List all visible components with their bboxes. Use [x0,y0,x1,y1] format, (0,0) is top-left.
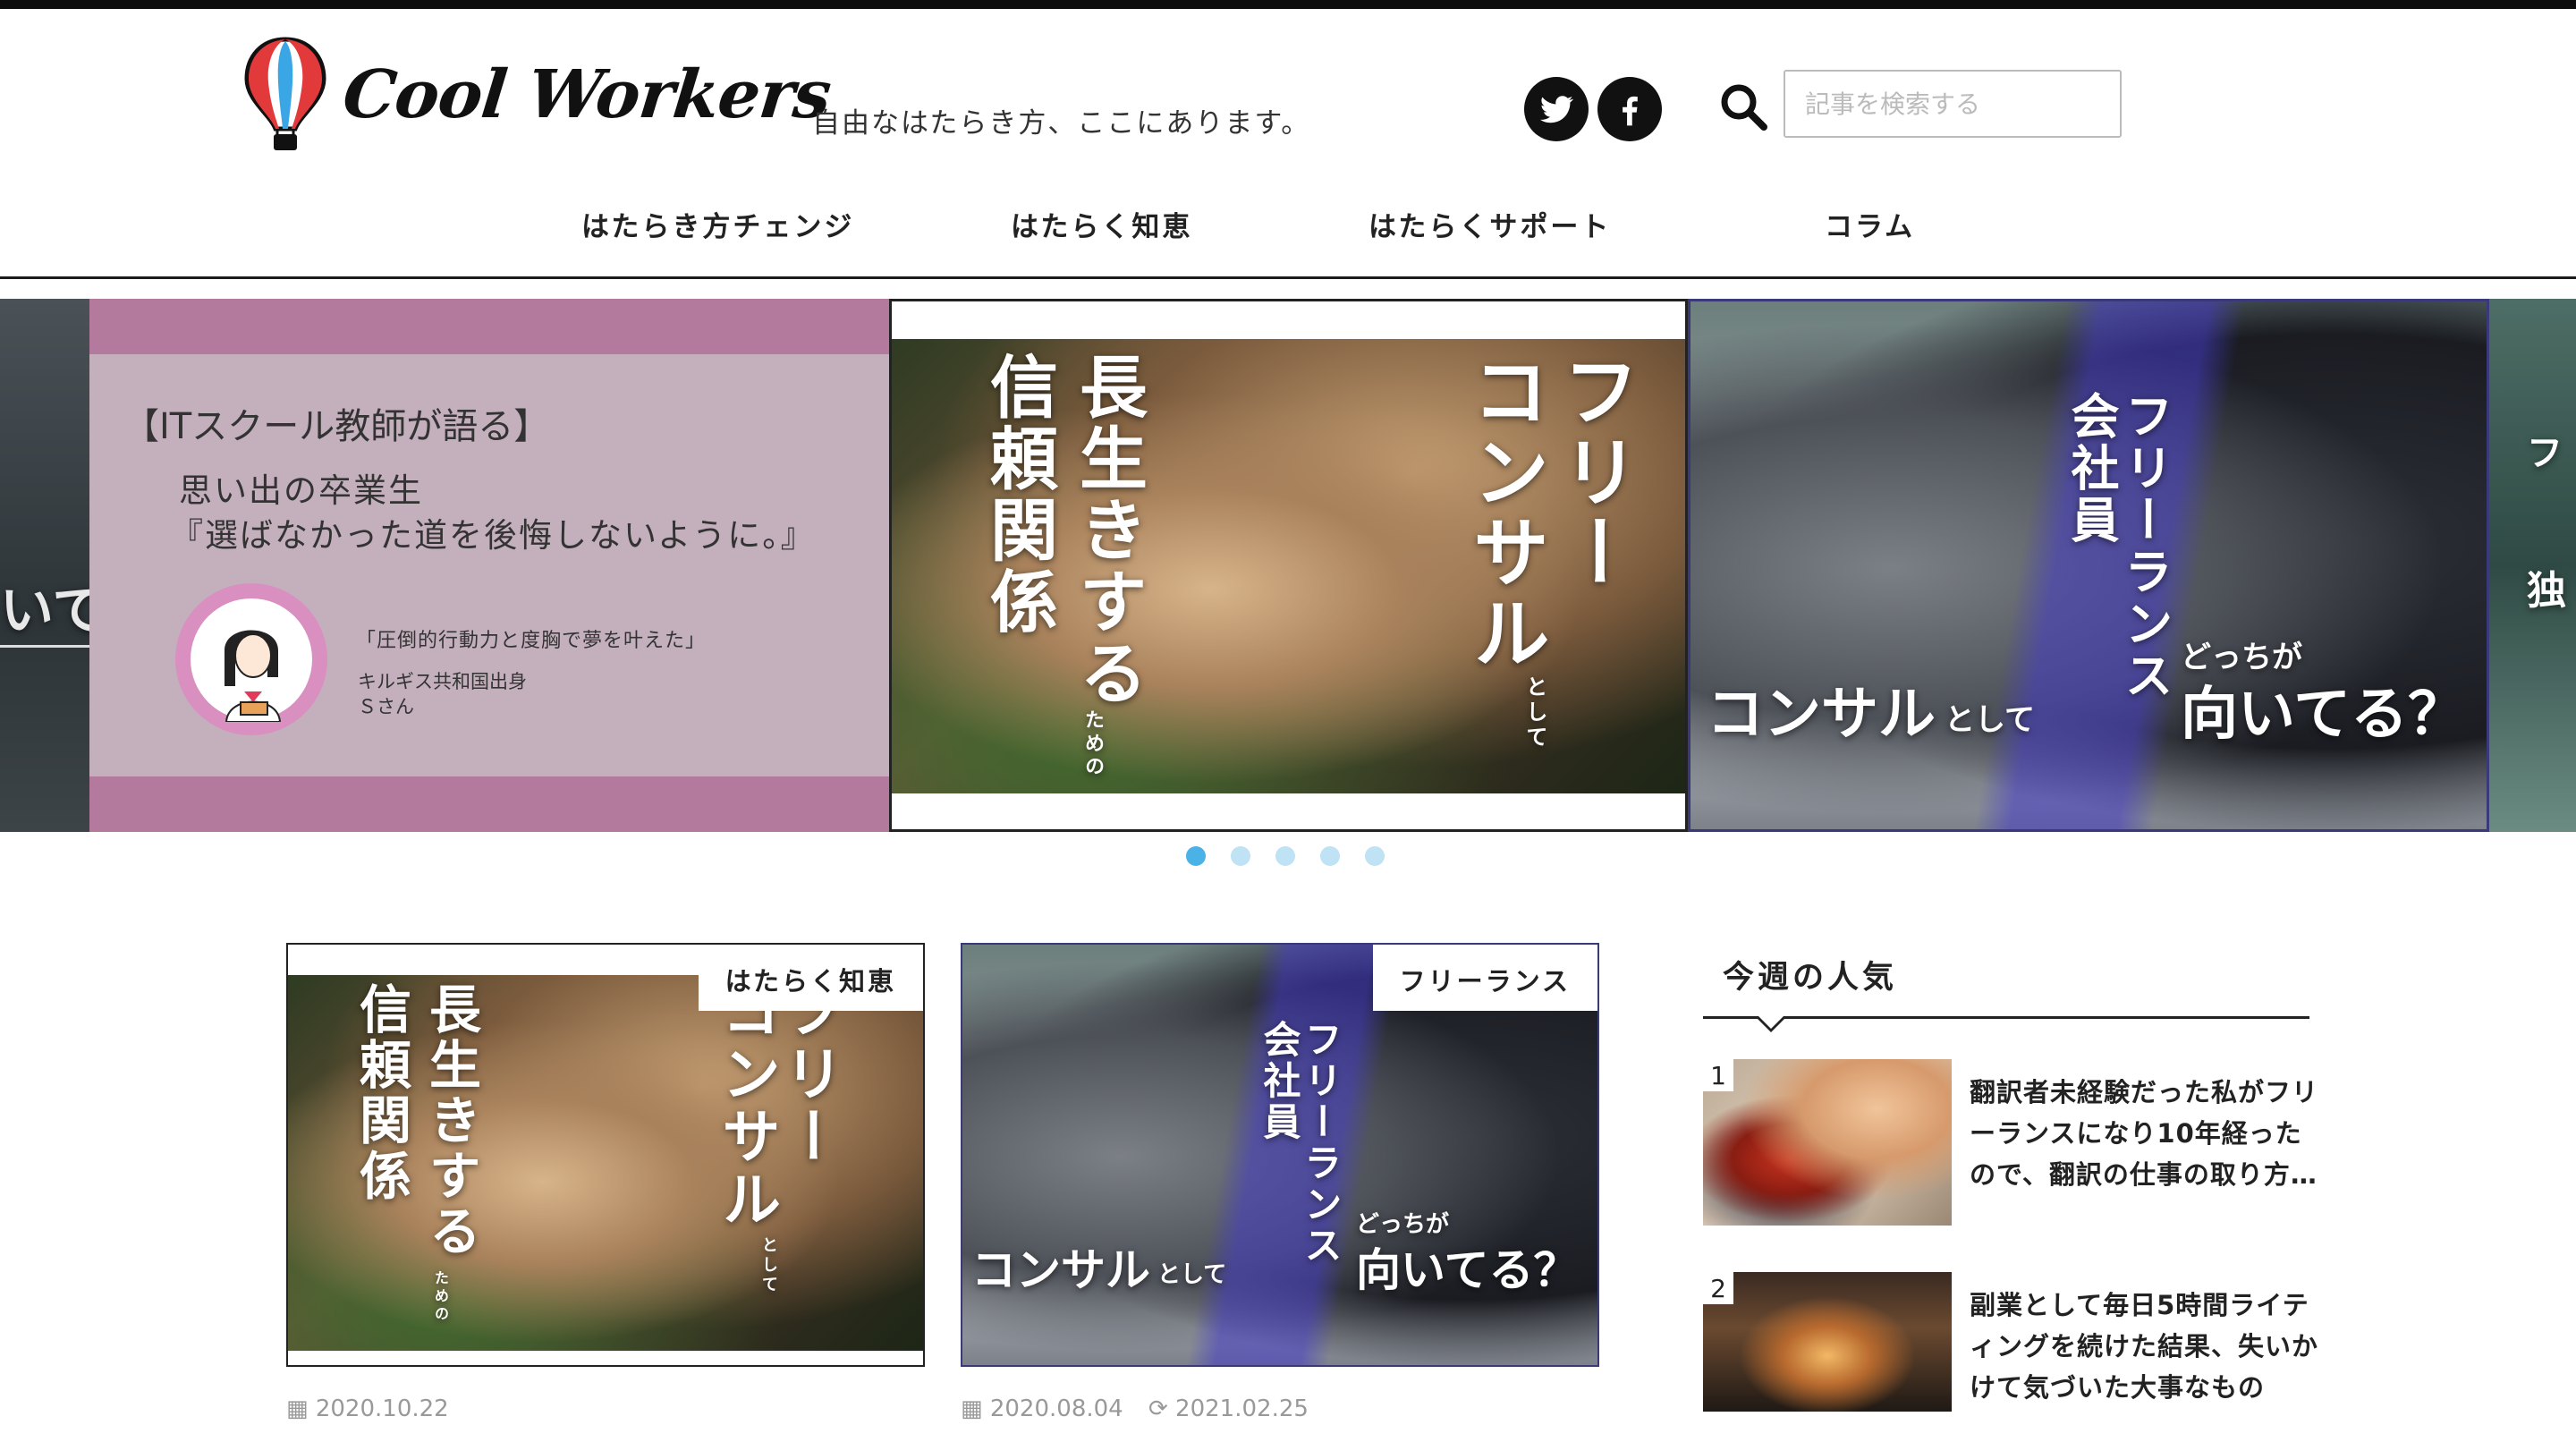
article-card-2-v2: 会社員 [1258,1020,1301,1143]
slide-partial-right-mid: 独 [2527,568,2566,614]
slide-freelance-v2: 会社員 [2063,391,2119,547]
slide-school-origin: キルギス共和国出身 [358,671,527,692]
article-card-1-photo: フリー コンサル として 長生きする ための 信頼関係 [288,975,923,1351]
sidebar-title-rule [1703,1016,2309,1019]
slide-partial-right[interactable]: フ 独 [2489,299,2576,832]
nav-item-work-change[interactable]: はたらき方チェンジ [581,204,854,244]
article-card-2-h1-small: として [1157,1261,1227,1288]
calendar-icon: ▦ [286,1395,309,1422]
slide-consul-v2: コンサル [1459,352,1548,674]
article-card-2-category[interactable]: フリーランス [1372,945,1597,1011]
slide-it-school[interactable]: 【ITスクール教師が語る】 思い出の卒業生 『選ばなかった道を後悔しないように。… [89,299,889,832]
slide-school-quote: 「圧倒的行動力と度胸で夢を叶えた」 [356,630,707,652]
article-card-2[interactable]: フリーランス 会社員 コンサル として どっちが 向いてる？ フリーランス [961,943,1599,1367]
slide-school-line2: 『選ばなかった道を後悔しないように。』 [170,516,816,555]
article-card-2-h2: 向いてる？ [1356,1244,1579,1296]
facebook-link[interactable] [1597,77,1662,141]
slide-partial-right-top: フ [2527,433,2563,474]
slider-dot-5[interactable] [1365,846,1385,866]
logo-text: Cool Workers [339,56,835,133]
slide-consul-v2-small: として [1522,675,1547,751]
slide-freelance-h2: 向いてる？ [2181,682,2466,748]
article-card-1-v2-small: として [759,1236,778,1295]
main-nav: はたらき方チェンジ はたらく知恵 はたらくサポート コラム [0,204,2576,249]
article-card-2-h1: コンサル [971,1244,1150,1296]
ranking-item-1-thumb [1703,1059,1952,1226]
article-card-2-date-text: 2020.08.04 [989,1395,1123,1422]
slide-band-bottom [89,776,889,832]
sidebar-title: 今週の人気 [1723,960,1898,996]
article-card-1-v3-small: ための [432,1270,449,1324]
article-card-1-category[interactable]: はたらく知恵 [698,945,923,1011]
top-bar [0,0,2576,9]
sidebar-title-notch-inner [1758,1016,1784,1029]
slide-consul-v3-small: ための [1081,709,1104,779]
ranking-item-1-number: 1 [1703,1059,1733,1091]
twitter-icon [1539,96,1574,123]
slide-school-line1: 思い出の卒業生 [179,471,423,510]
slide-school-title: 【ITスクール教師が語る】 [123,406,550,447]
slide-consul[interactable]: フリー コンサル として 長生きする ための 信頼関係 [889,299,1688,832]
slider-dot-3[interactable] [1275,846,1295,866]
nav-item-work-wisdom[interactable]: はたらく知恵 [1011,204,1192,244]
slide-partial-left-text: いて [0,567,89,648]
slide-consul-v4: 信頼関係 [979,352,1058,638]
nav-divider [0,276,2576,279]
facebook-icon [1623,96,1638,126]
hero-slider: いて 【ITスクール教師が語る】 思い出の卒業生 『選ばなかった道を後悔しないよ… [0,299,2576,832]
article-card-1-v2: コンサル [712,980,781,1231]
slide-consul-v3: 長生きする [1068,352,1148,709]
site-tagline: 自由なはたらき方、ここにあります。 [812,107,1311,140]
article-card-1-v3: 長生きする [420,982,481,1260]
slider-dot-1[interactable] [1186,846,1206,866]
ranking-item-2[interactable]: 2 副業として毎日5時間ライティングを続けた結果、失いかけて気づいた大事なもの [1703,1272,2329,1442]
nav-item-work-support[interactable]: はたらくサポート [1368,204,1611,244]
ranking-item-1-title[interactable]: 翻訳者未経験だった私がフリーランスになり10年経ったので、翻訳の仕事の取り方… [1970,1072,2327,1195]
slider-dot-2[interactable] [1231,846,1250,866]
article-card-1-v4: 信頼関係 [351,982,411,1204]
slide-partial-left[interactable]: いて [0,299,89,832]
twitter-link[interactable] [1524,77,1589,141]
site-logo[interactable]: Cool Workers [243,36,834,154]
slide-freelance[interactable]: フリーランス 会社員 コンサル として どっちが 向いてる？ [1688,299,2489,832]
slide-panel [89,299,889,832]
article-card-1-date-text: 2020.10.22 [315,1395,449,1422]
article-card-1-date: ▦ 2020.10.22 [286,1395,449,1422]
ranking-item-2-number: 2 [1703,1272,1733,1304]
slide-freelance-photo [1690,301,2487,829]
balloon-icon [244,37,326,150]
slider-dot-4[interactable] [1320,846,1340,866]
ranking-item-1[interactable]: 1 翻訳者未経験だった私がフリーランスになり10年経ったので、翻訳の仕事の取り方… [1703,1059,2329,1229]
article-card-2-date: ▦ 2020.08.04 ⟳ 2021.02.25 [961,1395,1309,1422]
calendar-icon: ▦ [961,1395,983,1422]
search-icon[interactable] [1717,81,1769,132]
ranking-item-2-thumb [1703,1272,1952,1412]
ranking-item-2-title[interactable]: 副業として毎日5時間ライティングを続けた結果、失いかけて気づいた大事なもの [1970,1285,2327,1408]
slide-band-top [89,299,889,354]
slide-school-name: Ｓさん [358,696,414,717]
avatar [175,583,327,735]
slide-freelance-h1-small: として [1945,702,2035,738]
search-input[interactable] [1784,70,2122,138]
nav-item-column[interactable]: コラム [1825,204,1915,244]
article-card-2-updated-text: 2021.02.25 [1175,1395,1309,1422]
slide-freelance-h1: コンサル [1707,682,1936,748]
article-card-1[interactable]: フリー コンサル として 長生きする ための 信頼関係 はたらく知恵 [286,943,925,1367]
refresh-icon: ⟳ [1148,1395,1168,1422]
student-illustration-icon [191,598,312,722]
slider-pagination [1186,846,1385,866]
